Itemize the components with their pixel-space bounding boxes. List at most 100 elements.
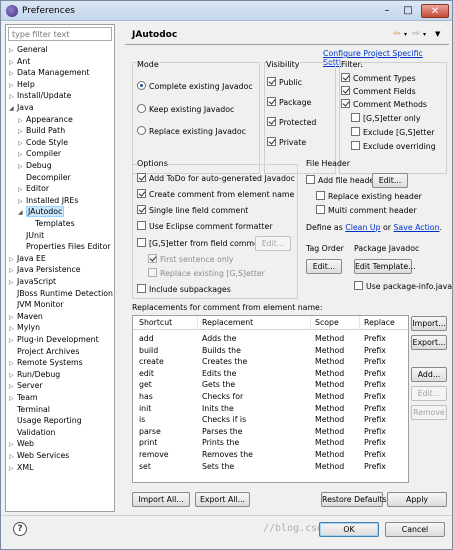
collapsed-arrow-icon[interactable]: ▷	[9, 393, 17, 404]
filter-exclude-overriding-checkbox[interactable]: Exclude overriding	[351, 141, 436, 152]
tree-item[interactable]: ◢ Java	[9, 102, 33, 113]
eclipse-formatter-checkbox[interactable]: Use Eclipse comment formatter	[137, 221, 272, 232]
save-action-link[interactable]: Save Action	[393, 223, 439, 232]
tree-item[interactable]: ▷ Installed JREs	[18, 195, 78, 206]
collapsed-arrow-icon[interactable]: ▷	[9, 370, 17, 381]
use-package-info-checkbox[interactable]: Use package-info.java	[354, 281, 452, 292]
tree-item[interactable]: JBoss Runtime Detection	[9, 288, 113, 299]
collapsed-arrow-icon[interactable]: ▷	[9, 80, 17, 91]
collapsed-arrow-icon[interactable]: ▷	[9, 254, 17, 265]
collapsed-arrow-icon[interactable]: ▷	[9, 463, 17, 474]
collapsed-arrow-icon[interactable]: ▷	[9, 91, 17, 102]
collapsed-arrow-icon[interactable]: ▷	[9, 68, 17, 79]
tag-order-edit-button[interactable]: Edit...	[306, 259, 342, 274]
table-row[interactable]: print Prints the Method Prefix	[133, 437, 408, 448]
replacements-table[interactable]: Shortcut Replacement Scope Replace add Ad…	[132, 315, 409, 483]
edit-replacement-button[interactable]: Edit...	[411, 386, 447, 401]
single-line-checkbox[interactable]: Single line field comment	[137, 205, 248, 216]
column-scope[interactable]: Scope	[315, 318, 339, 327]
column-replace[interactable]: Replace	[364, 318, 395, 327]
tree-item[interactable]: ▷ Install/Update	[9, 90, 71, 101]
apply-button[interactable]: Apply	[387, 492, 447, 507]
tree-item[interactable]: Project Archives	[9, 346, 79, 357]
help-icon[interactable]: ?	[13, 522, 27, 536]
tree-item[interactable]: ▷ Java Persistence	[9, 264, 81, 275]
tree-item[interactable]: ▷ Code Style	[18, 137, 68, 148]
tree-item[interactable]: Validation	[9, 427, 56, 438]
maximize-icon[interactable]: □	[399, 4, 417, 18]
collapsed-arrow-icon[interactable]: ▷	[18, 115, 26, 126]
filter-gs-only-checkbox[interactable]: [G,S]etter only	[351, 113, 420, 124]
multi-comment-header-checkbox[interactable]: Multi comment header	[316, 205, 417, 216]
table-row[interactable]: parse Parses the Method Prefix	[133, 426, 408, 437]
tree-item[interactable]: ▷ General	[9, 44, 48, 55]
table-row[interactable]: get Gets the Method Prefix	[133, 379, 408, 390]
tree-item[interactable]: ▷ Maven	[9, 311, 43, 322]
collapsed-arrow-icon[interactable]: ▷	[18, 138, 26, 149]
tree-item[interactable]: ◢ JAutodoc	[18, 206, 65, 218]
mode-complete-radio[interactable]: Complete existing Javadoc	[137, 81, 253, 92]
close-icon[interactable]: ✕	[421, 4, 449, 18]
first-sentence-checkbox[interactable]: First sentence only	[148, 254, 234, 265]
mode-replace-radio[interactable]: Replace existing Javadoc	[137, 126, 246, 137]
collapsed-arrow-icon[interactable]: ▷	[9, 335, 17, 346]
table-row[interactable]: create Creates the Method Prefix	[133, 356, 408, 367]
collapsed-arrow-icon[interactable]: ▷	[9, 312, 17, 323]
table-row[interactable]: build Builds the Method Prefix	[133, 345, 408, 356]
add-file-header-checkbox[interactable]: Add file header	[306, 175, 377, 186]
restore-defaults-button[interactable]: Restore Defaults	[321, 492, 387, 507]
ok-button[interactable]: OK	[319, 522, 379, 537]
table-row[interactable]: is Checks if is Method Prefix	[133, 414, 408, 425]
tree-item[interactable]: ▷ Debug	[18, 160, 52, 171]
include-subpackages-checkbox[interactable]: Include subpackages	[137, 284, 231, 295]
cancel-button[interactable]: Cancel	[385, 522, 445, 537]
table-row[interactable]: has Checks for Method Prefix	[133, 391, 408, 402]
clean-up-link[interactable]: Clean Up	[345, 223, 380, 232]
collapsed-arrow-icon[interactable]: ▷	[18, 126, 26, 137]
tree-item[interactable]: ▷ Remote Systems	[9, 357, 83, 368]
remove-button[interactable]: Remove	[411, 405, 447, 420]
collapsed-arrow-icon[interactable]: ▷	[9, 358, 17, 369]
tree-item[interactable]: ▷ Mylyn	[9, 322, 40, 333]
tree-item[interactable]: ▷ Appearance	[18, 114, 73, 125]
tree-item[interactable]: ▷ XML	[9, 462, 33, 473]
table-row[interactable]: add Adds the Method Prefix	[133, 333, 408, 344]
replace-header-checkbox[interactable]: Replace existing header	[316, 191, 422, 202]
create-comment-checkbox[interactable]: Create comment from element name	[137, 189, 294, 200]
add-todo-checkbox[interactable]: Add ToDo for auto-generated Javadoc	[137, 173, 295, 184]
back-arrow-icon[interactable]: ⇦	[393, 29, 401, 39]
visibility-public-checkbox[interactable]: Public	[267, 77, 302, 88]
expanded-arrow-icon[interactable]: ◢	[18, 207, 26, 218]
gs-edit-button[interactable]: Edit...	[255, 236, 291, 251]
collapsed-arrow-icon[interactable]: ▷	[9, 265, 17, 276]
table-row[interactable]: remove Removes the Method Prefix	[133, 449, 408, 460]
tree-item[interactable]: ▷ Compiler	[18, 148, 61, 159]
forward-menu-chevron-icon[interactable]: ▾	[423, 31, 426, 38]
collapsed-arrow-icon[interactable]: ▷	[18, 184, 26, 195]
file-header-edit-button[interactable]: Edit...	[372, 173, 408, 188]
filter-comment-types-checkbox[interactable]: Comment Types	[341, 73, 416, 84]
column-replacement[interactable]: Replacement	[202, 318, 253, 327]
import-button[interactable]: Import...	[411, 316, 447, 331]
filter-comment-fields-checkbox[interactable]: Comment Fields	[341, 86, 416, 97]
visibility-package-checkbox[interactable]: Package	[267, 97, 311, 108]
tree-item[interactable]: Decompiler	[18, 172, 71, 183]
mode-keep-radio[interactable]: Keep existing Javadoc	[137, 104, 234, 115]
tree-item[interactable]: ▷ Run/Debug	[9, 369, 60, 380]
tree-item[interactable]: ▷ Editor	[18, 183, 49, 194]
filter-input[interactable]	[8, 27, 112, 41]
back-menu-chevron-icon[interactable]: ▾	[404, 31, 407, 38]
import-all-button[interactable]: Import All...	[132, 492, 190, 507]
replace-gs-checkbox[interactable]: Replace existing [G,S]etter	[148, 268, 265, 279]
column-shortcut[interactable]: Shortcut	[139, 318, 172, 327]
collapsed-arrow-icon[interactable]: ▷	[9, 323, 17, 334]
collapsed-arrow-icon[interactable]: ▷	[18, 196, 26, 207]
tree-item[interactable]: Terminal	[9, 404, 50, 415]
collapsed-arrow-icon[interactable]: ▷	[9, 57, 17, 68]
export-all-button[interactable]: Export All...	[195, 492, 250, 507]
tree-item[interactable]: ▷ Server	[9, 380, 43, 391]
tree-item[interactable]: Properties Files Editor	[18, 241, 111, 252]
collapsed-arrow-icon[interactable]: ▷	[18, 161, 26, 172]
tree-item[interactable]: JUnit	[18, 230, 44, 241]
forward-arrow-icon[interactable]: ⇨	[412, 29, 420, 39]
